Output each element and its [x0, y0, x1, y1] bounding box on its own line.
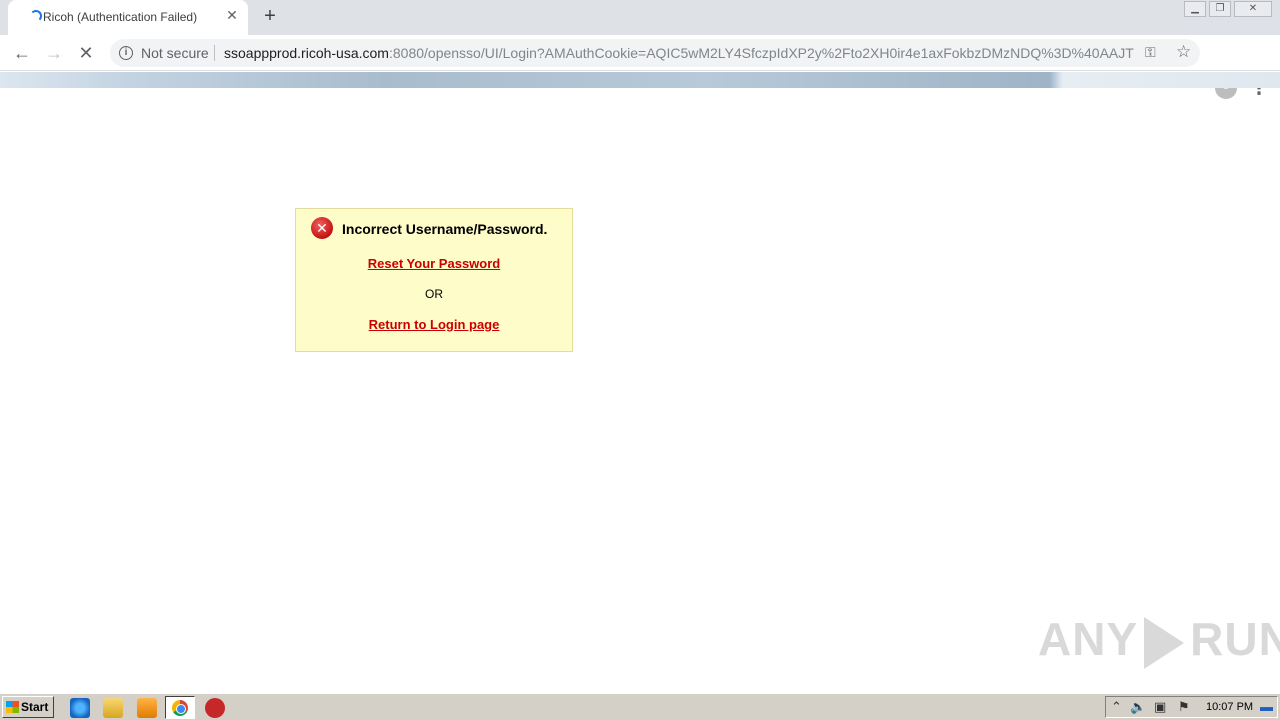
anyrun-watermark: ANY RUN — [1038, 612, 1280, 669]
browser-toolbar: ← → ✕ i Not secure ssoappprod.ricoh-usa.… — [0, 35, 1280, 99]
new-tab-button[interactable]: + — [258, 5, 282, 29]
show-hidden-icons-icon[interactable]: ⌃ — [1111, 699, 1122, 715]
error-title: Incorrect Username/Password. — [342, 221, 548, 237]
return-to-login-link[interactable]: Return to Login page — [296, 317, 572, 332]
media-player-icon[interactable] — [137, 698, 157, 718]
tab-strip: Ricoh (Authentication Failed) ✕ + ▁ ❐ ✕ — [0, 0, 1280, 35]
close-window-button[interactable]: ✕ — [1234, 1, 1272, 17]
file-explorer-icon[interactable] — [103, 698, 123, 718]
system-tray: ⌃ 🔈 ▣ ⚑ 10:07 PM ▬ — [1105, 696, 1278, 718]
reset-password-link[interactable]: Reset Your Password — [296, 256, 572, 271]
windows-logo-icon — [6, 701, 19, 713]
show-desktop-icon[interactable]: ▬ — [1260, 699, 1273, 714]
chrome-icon — [172, 700, 188, 716]
url-host: ssoappprod.ricoh-usa.com — [224, 45, 389, 61]
security-alert-icon[interactable] — [205, 698, 225, 718]
address-bar[interactable]: i Not secure ssoappprod.ricoh-usa.com:80… — [110, 39, 1200, 67]
loading-spinner-icon — [30, 10, 42, 22]
stop-loading-icon[interactable]: ✕ — [74, 41, 98, 65]
taskbar: Start ⌃ 🔈 ▣ ⚑ 10:07 PM ▬ — [0, 693, 1280, 720]
or-text: OR — [425, 287, 443, 301]
internet-explorer-icon[interactable] — [70, 698, 90, 718]
close-tab-icon[interactable]: ✕ — [224, 7, 240, 23]
error-icon: ✕ — [311, 217, 333, 239]
play-icon — [1144, 616, 1185, 669]
info-icon[interactable]: i — [119, 46, 133, 60]
forward-icon[interactable]: → — [42, 41, 66, 65]
start-button[interactable]: Start — [2, 696, 54, 718]
omnibox-divider — [214, 45, 215, 61]
chrome-taskbar-button[interactable] — [165, 696, 195, 719]
security-label: Not secure — [141, 45, 209, 61]
key-icon[interactable]: ⚿ — [1145, 44, 1156, 61]
watermark-right: RUN — [1190, 613, 1280, 665]
url-text[interactable]: ssoappprod.ricoh-usa.com:8080/opensso/UI… — [224, 45, 1134, 61]
url-path: :8080/opensso/UI/Login?AMAuthCookie=AQIC… — [388, 45, 1134, 61]
back-icon[interactable]: ← — [10, 41, 34, 65]
clock[interactable]: 10:07 PM — [1206, 701, 1253, 713]
star-icon[interactable]: ☆ — [1176, 42, 1191, 62]
flag-icon[interactable]: ⚑ — [1178, 699, 1190, 715]
minimize-button[interactable]: ▁ — [1184, 1, 1206, 17]
watermark-left: ANY — [1038, 613, 1139, 665]
error-alert: ✕ Incorrect Username/Password. Reset You… — [295, 208, 573, 352]
header-banner — [0, 72, 1280, 88]
volume-icon[interactable]: 🔈 — [1130, 699, 1146, 715]
start-label: Start — [21, 700, 49, 714]
restore-button[interactable]: ❐ — [1209, 1, 1231, 17]
browser-tab[interactable]: Ricoh (Authentication Failed) ✕ — [8, 0, 248, 35]
tab-title: Ricoh (Authentication Failed) — [43, 10, 198, 24]
network-icon[interactable]: ▣ — [1154, 699, 1166, 715]
